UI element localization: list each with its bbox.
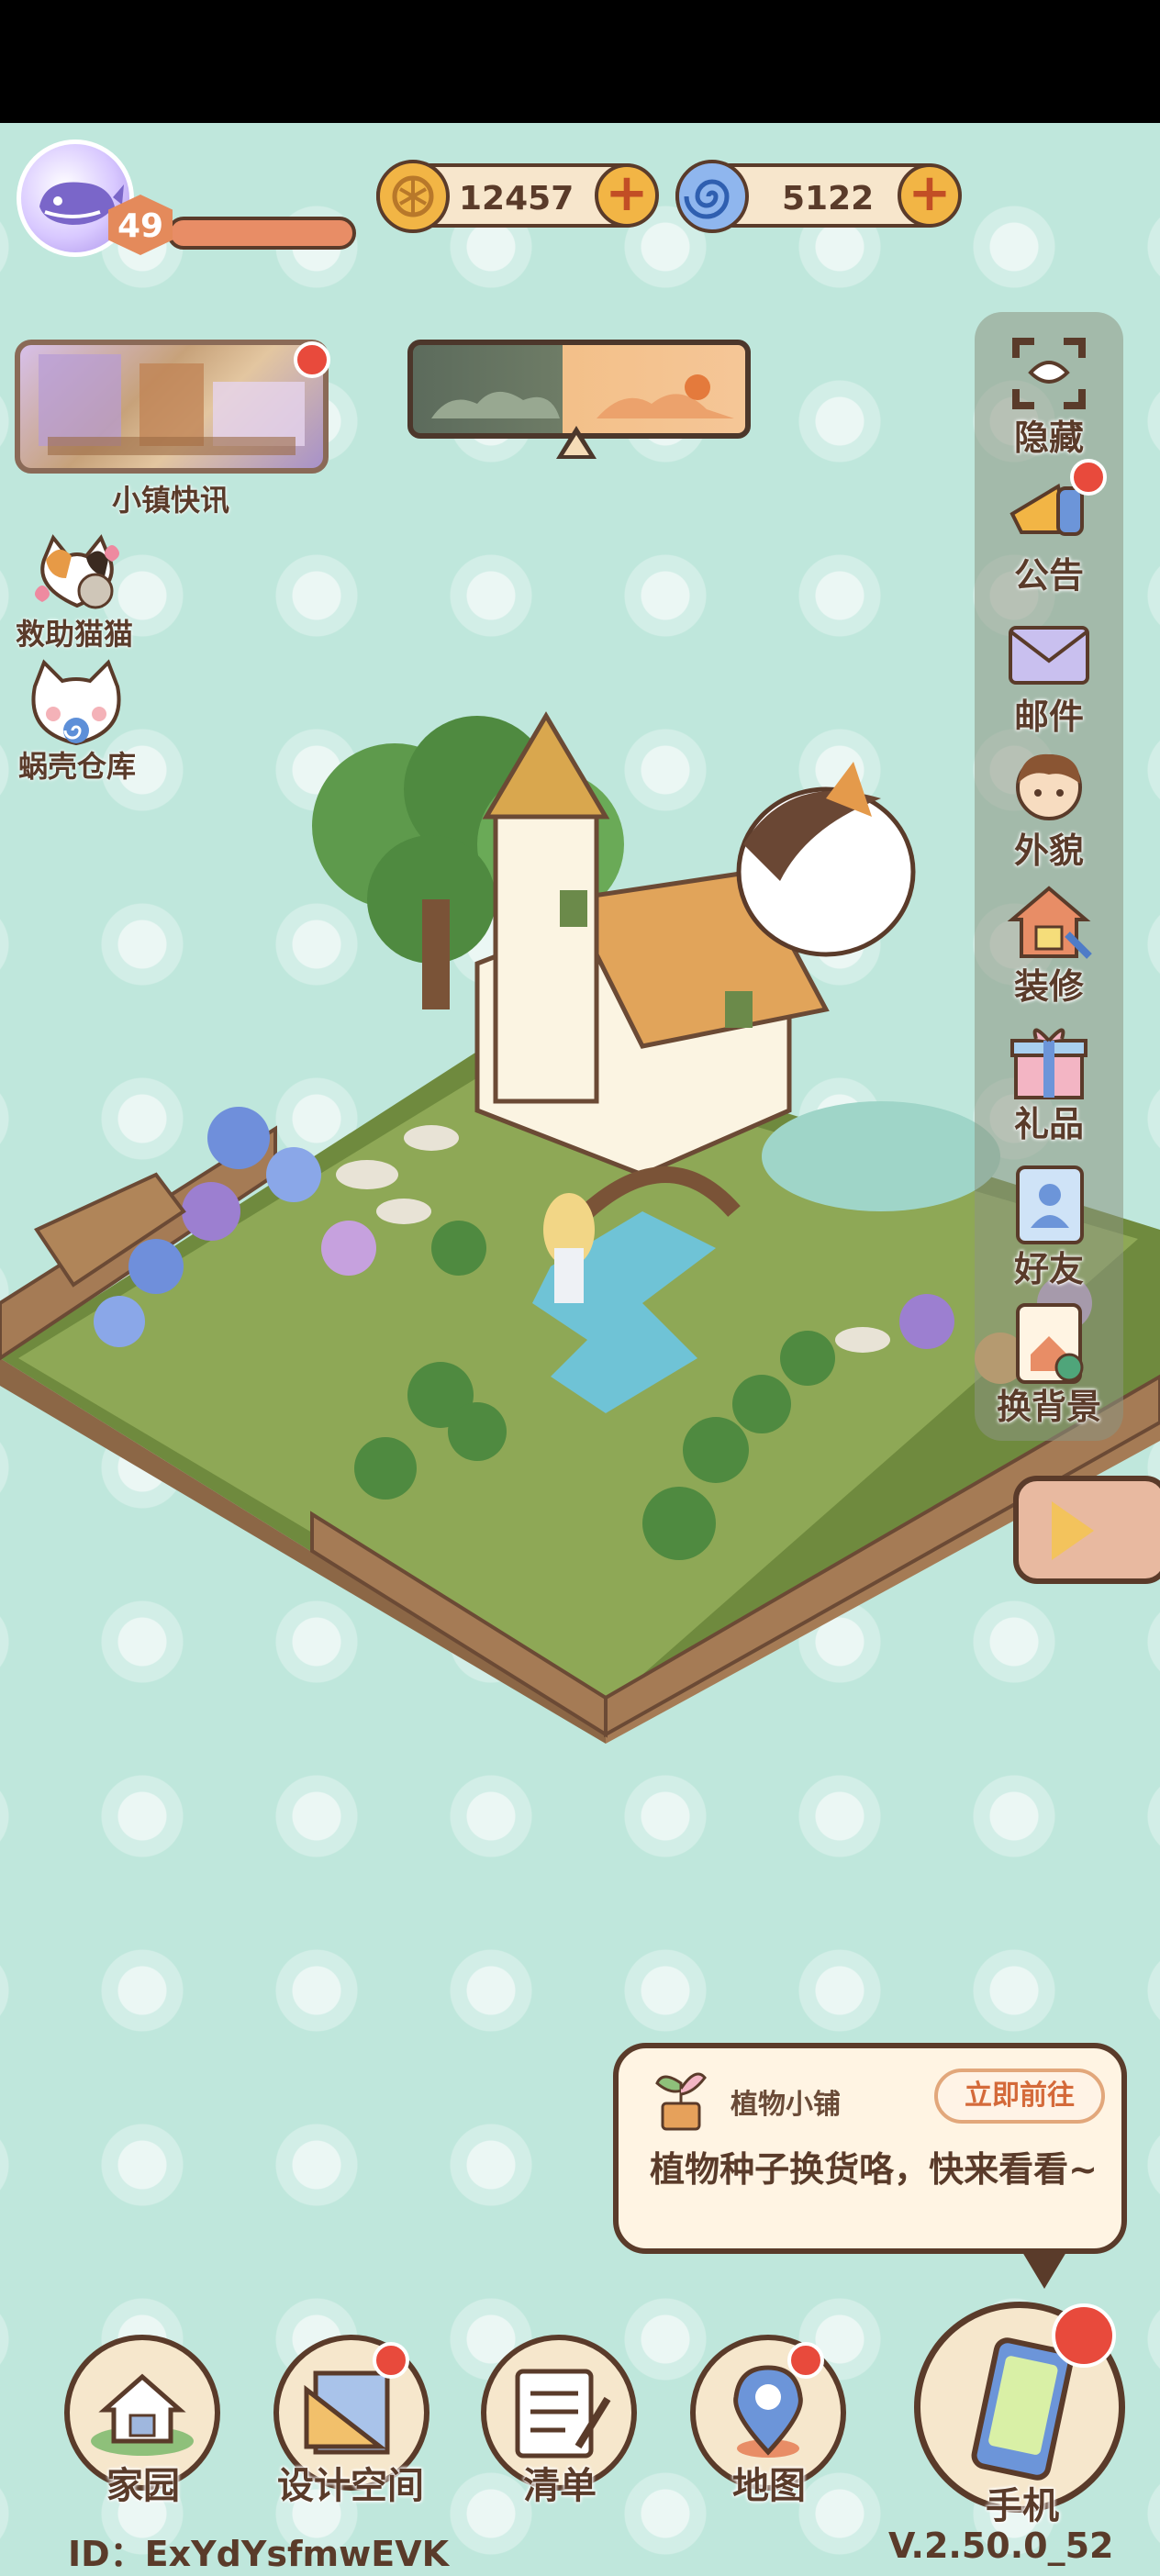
plant-shop-notice[interactable]: 植物小铺 立即前往 植物种子换货咯，快来看看~ [613,2043,1127,2289]
add-shells-button[interactable]: + [898,163,962,228]
rescue-cat-icon[interactable] [31,532,123,624]
shell-counter: 5122 + [675,160,962,233]
hide-icon [1003,330,1095,417]
notice-message: 植物种子换货咯，快来看看~ [650,2149,1098,2190]
announcement-label: 公告 [1013,555,1084,596]
notice-title: 植物小铺 [731,2089,841,2121]
mail-label: 邮件 [1013,697,1084,737]
gift-button[interactable]: 礼品 [980,1017,1118,1145]
version-label: V.2.50.0_52 [888,2526,1114,2566]
experience-bar [167,217,356,250]
change-background-icon [1003,1299,1095,1386]
decorate-button[interactable]: 装修 [980,879,1118,1008]
coin-value: 12457 [459,180,574,217]
nav-phone-label: 手机 [986,2485,1059,2527]
rescue-cat-label: 救助猫猫 [15,617,133,652]
shell-icon [675,160,749,233]
appearance-icon [1003,743,1095,830]
level-badge: 49 [108,195,180,255]
friends-icon [1003,1162,1095,1248]
nav-list-label: 清单 [523,2465,597,2507]
shell-value: 5122 [782,180,875,217]
town-news-thumbnail[interactable] [15,340,329,474]
friends-button[interactable]: 好友 [980,1162,1118,1290]
appearance-button[interactable]: 外貌 [980,743,1118,872]
news-notification-dot [294,341,330,378]
friends-label: 好友 [1013,1249,1084,1289]
player-id: ID：ExYdYsfmwEVK [68,2534,450,2574]
phone-notification-dot [1052,2303,1116,2368]
mail-icon [1003,609,1095,696]
town-news-label: 小镇快讯 [111,483,229,518]
design-space-notification-dot [373,2342,409,2379]
gift-label: 礼品 [1013,1104,1084,1144]
add-coins-button[interactable]: + [595,163,659,228]
gift-icon [1003,1017,1095,1103]
coin-icon [376,160,450,233]
announcement-notification-dot [1070,459,1107,496]
go-now-button[interactable]: 立即前往 [934,2069,1105,2124]
status-bar [0,0,1160,123]
hide-label: 隐藏 [1013,418,1084,458]
mail-button[interactable]: 邮件 [980,609,1118,738]
coin-counter: 12457 + [376,160,659,233]
weather-time-pointer [556,426,597,459]
nav-home-label: 家园 [106,2465,180,2507]
hide-ui-button[interactable]: 隐藏 [980,330,1118,459]
appearance-label: 外貌 [1013,831,1084,871]
expand-panel-button[interactable] [1013,1476,1160,1584]
nav-design-space-label: 设计空间 [277,2465,424,2507]
decorate-icon [1003,879,1095,965]
change-background-label: 换背景 [996,1387,1101,1427]
plant-icon [655,2072,707,2131]
weather-indicator[interactable] [407,340,751,439]
nav-map-label: 地图 [732,2465,806,2507]
map-notification-dot [787,2342,824,2379]
level-number: 49 [117,207,164,245]
decorate-label: 装修 [1013,966,1084,1007]
change-background-button[interactable]: 换背景 [980,1299,1118,1428]
